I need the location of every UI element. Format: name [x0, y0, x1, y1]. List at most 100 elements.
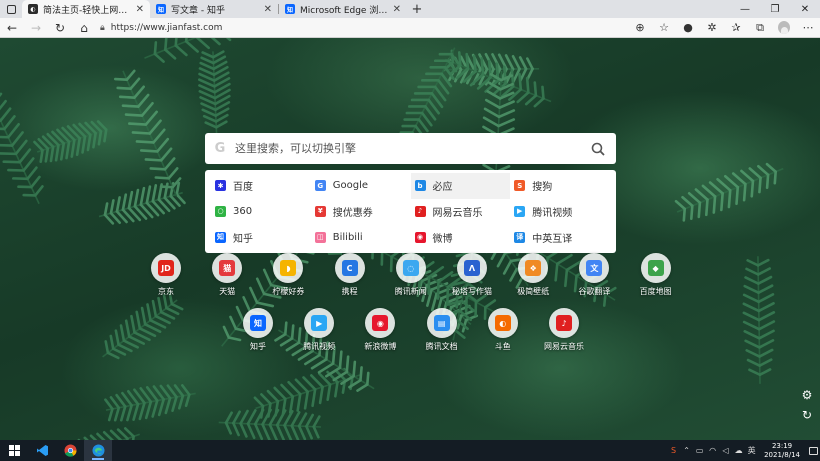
engine-translate[interactable]: 译中英互译: [510, 224, 610, 250]
favorites-icon[interactable]: ✰: [724, 18, 748, 38]
shortcut-ctrip[interactable]: C 携程: [320, 253, 380, 297]
engine-google[interactable]: G Google: [311, 173, 411, 199]
search-box: G: [205, 133, 616, 164]
volume-icon[interactable]: ◁: [719, 440, 732, 461]
maximize-icon[interactable]: ❐: [760, 0, 790, 18]
tab-2[interactable]: 知 Microsoft Edge 浏览器及拓展插件 ✕: [279, 0, 407, 18]
engine-coupon[interactable]: ¥ 搜优惠券: [311, 199, 411, 225]
shortcut-docs[interactable]: ▤ 腾讯文档: [412, 308, 472, 352]
shortcut-tmall[interactable]: 猫天猫: [197, 253, 257, 297]
shortcut-metaso[interactable]: Λ 秘塔写作猫: [442, 253, 502, 297]
extension-gear-icon[interactable]: ✲: [700, 18, 724, 38]
sogou-tray-icon[interactable]: S: [667, 440, 680, 461]
more-menu-icon[interactable]: ⋯: [796, 18, 820, 38]
tab-close-icon[interactable]: ✕: [393, 4, 401, 15]
leaflet: [200, 56, 215, 65]
shortcut-lemon[interactable]: ◗ 柠檬好券: [258, 253, 318, 297]
edge-icon[interactable]: [84, 440, 112, 461]
favorite-star-icon[interactable]: ☆: [652, 18, 676, 38]
leaflet: [731, 172, 747, 186]
engine-zhihu[interactable]: 知知乎: [211, 224, 311, 250]
start-button[interactable]: [0, 440, 28, 461]
settings-gear-icon[interactable]: ⚙: [800, 388, 814, 402]
network-icon[interactable]: ◠: [706, 440, 719, 461]
engine-360[interactable]: ○ 360: [211, 199, 311, 225]
leaflet: [482, 116, 500, 128]
shortcut-map[interactable]: ◆ 百度地图: [626, 253, 686, 297]
chrome-icon[interactable]: [56, 440, 84, 461]
shortcut-news[interactable]: ◌ 腾讯新闻: [381, 253, 441, 297]
news-icon: ◌: [402, 260, 419, 276]
shortcut-jd[interactable]: JD 京东: [136, 253, 196, 297]
shortcut-zhihu[interactable]: 知知乎: [228, 308, 288, 352]
leaflet: [312, 415, 321, 428]
shortcut-music[interactable]: ♪ 网易云音乐: [534, 308, 594, 352]
vscode-icon[interactable]: [28, 440, 56, 461]
close-window-icon[interactable]: ✕: [790, 0, 820, 18]
window-menu-icon[interactable]: [0, 0, 22, 18]
zoom-icon[interactable]: ⊕: [628, 18, 652, 38]
leaflet: [758, 358, 773, 367]
lock-icon: 🔒︎: [100, 22, 105, 33]
new-tab-button[interactable]: +: [407, 0, 427, 18]
leaflet: [6, 122, 20, 139]
leaflet: [280, 383, 295, 398]
engine-music[interactable]: ♪ 网易云音乐: [411, 199, 511, 225]
engine-sogou[interactable]: S 搜狗: [510, 173, 610, 199]
back-icon[interactable]: ←: [0, 18, 24, 38]
shortcut-wallpaper[interactable]: ❖ 极简壁纸: [503, 253, 563, 297]
shortcut-douyu[interactable]: ◐ 斗鱼: [473, 308, 533, 352]
clock[interactable]: 23:19 2021/8/14: [758, 442, 806, 460]
extension-shield-icon[interactable]: ●: [676, 18, 700, 38]
shortcut-circle: ◌: [395, 253, 426, 283]
leaflet: [748, 368, 762, 377]
music-icon: ♪: [556, 315, 572, 331]
leaflet: [704, 198, 709, 217]
video-icon: ▶: [514, 205, 526, 217]
tab-1[interactable]: 知写文章 - 知乎 ✕: [150, 0, 278, 18]
leaflet: [164, 38, 168, 52]
leaflet: [59, 142, 66, 161]
search-icon[interactable]: [580, 142, 616, 156]
leaflet: [151, 299, 158, 318]
engine-paw[interactable]: ✱ 百度: [211, 173, 311, 199]
minimize-icon[interactable]: —: [730, 0, 760, 18]
search-input[interactable]: [235, 142, 580, 155]
leaflet: [103, 128, 108, 143]
engine-bing[interactable]: b 必应: [410, 173, 511, 199]
collections-icon[interactable]: ⧉: [748, 18, 772, 38]
home-icon[interactable]: ⌂: [72, 18, 96, 38]
refresh-wallpaper-icon[interactable]: ↻: [800, 408, 814, 422]
shortcut-video[interactable]: ▶ 腾讯视频: [289, 308, 349, 352]
shortcut-weibo[interactable]: ◉ 新浪微博: [350, 308, 410, 352]
leaflet: [297, 349, 314, 361]
leaflet: [246, 409, 257, 426]
leaflet: [0, 99, 7, 111]
leaflet: [177, 394, 185, 410]
shortcut-gtranslate[interactable]: 文谷歌翻译: [564, 253, 624, 297]
tab-favicon-icon: ◐: [28, 4, 38, 14]
cloud-icon[interactable]: ☁: [732, 440, 745, 461]
engine-bilibili[interactable]: ◫ Bilibili: [311, 224, 411, 250]
leaflet: [484, 299, 497, 309]
leaflet: [312, 425, 320, 439]
notification-icon[interactable]: [806, 446, 820, 455]
battery-icon[interactable]: ▭: [693, 440, 706, 461]
leaflet: [273, 386, 287, 401]
profile-avatar[interactable]: [772, 18, 796, 38]
engine-video[interactable]: ▶ 腾讯视频: [510, 199, 610, 225]
refresh-icon[interactable]: ↻: [48, 18, 72, 38]
engine-weibo[interactable]: ◉ 微博: [411, 224, 511, 250]
forward-icon[interactable]: →: [24, 18, 48, 38]
leaflet: [128, 122, 148, 126]
leaflet: [472, 54, 477, 73]
address-bar[interactable]: 🔒︎ https://www.jianfast.com: [96, 18, 628, 38]
ime-indicator[interactable]: 英: [745, 440, 758, 461]
shortcut-label: 百度地图: [639, 287, 672, 296]
tab-close-icon[interactable]: ✕: [136, 4, 144, 15]
tray-chevron-icon[interactable]: ⌃: [680, 440, 693, 461]
bing-icon: b: [414, 180, 426, 192]
tab-0[interactable]: ◐ 简法主页-轻快上网体验 ✕: [22, 0, 150, 18]
tab-close-icon[interactable]: ✕: [264, 4, 272, 15]
google-logo-icon[interactable]: G: [205, 141, 235, 156]
